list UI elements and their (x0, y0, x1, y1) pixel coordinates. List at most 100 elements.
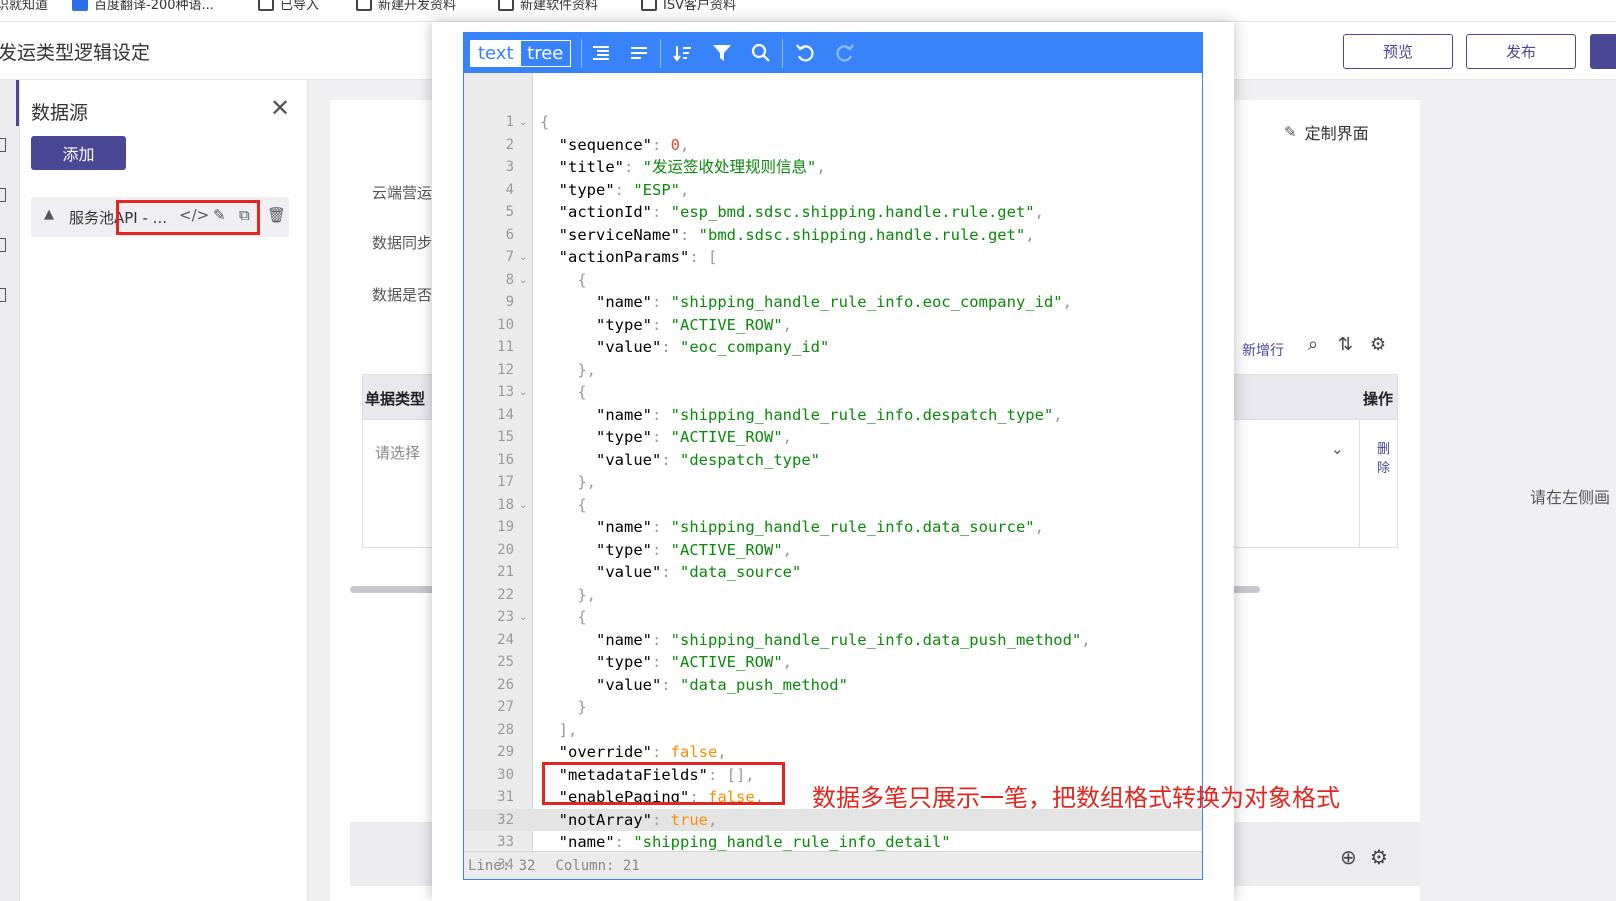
custom-ui-button[interactable]: ✎ 定制界面 (1284, 120, 1369, 144)
code-line: "type": "ACTIVE_ROW", (596, 315, 792, 334)
fold-toggle-icon[interactable]: ⌄ (519, 381, 529, 404)
line-number: 1 (505, 114, 514, 130)
bookmark-item[interactable]: 百度翻译-200种语... (72, 0, 214, 13)
gear-icon[interactable]: ⚙ (1370, 334, 1386, 355)
preview-button[interactable]: 预览 (1343, 34, 1453, 69)
annotation-text: 数据多笔只展示一笔，把数组格式转换为对象格式 (812, 784, 1340, 812)
mode-tree-button[interactable]: tree (521, 41, 571, 66)
toolbar-separator (581, 39, 582, 68)
line-number: 31 (497, 789, 514, 805)
bookmark-label: 新建软件资料 (520, 0, 599, 13)
bookmark-label: 已导入 (280, 0, 320, 13)
add-row-link[interactable]: 新增行 (1242, 340, 1284, 360)
publish-button[interactable]: 发布 (1466, 34, 1576, 69)
bookmark-item[interactable]: 新建软件资料 (498, 0, 598, 13)
page-title: 发运类型逻辑设定 (0, 42, 151, 64)
filter-icon[interactable] (707, 39, 737, 67)
column-divider (1359, 420, 1360, 548)
search-icon[interactable] (746, 39, 776, 67)
line-number: 24 (497, 631, 514, 648)
left-nav-strip (0, 80, 20, 901)
line-number: 16 (497, 451, 514, 468)
add-datasource-button[interactable]: 添加 (31, 136, 126, 170)
line-number: 26 (497, 676, 514, 693)
code-line: }, (577, 360, 596, 379)
delete-row-link[interactable]: 删除 (1377, 438, 1397, 476)
line-number: 15 (497, 429, 514, 445)
line-number: 8 (505, 271, 514, 288)
code-line: "type": "ESP", (558, 180, 690, 199)
sort-icon[interactable] (668, 39, 698, 67)
json-editor: text tree { "sequence": 0, "title": "发运签… (463, 32, 1203, 880)
line-number: 28 (497, 721, 514, 738)
bookmark-label: 新建开发资料 (378, 0, 457, 13)
code-line: ], (558, 720, 578, 739)
bookmark-item[interactable]: 已导入 (258, 0, 319, 13)
format-icon[interactable] (586, 39, 616, 67)
code-line: "type": "ACTIVE_ROW", (596, 653, 792, 671)
bookmark-item[interactable]: 新建开发资料 (356, 0, 456, 13)
bookmarks-bar: 识就知道 百度翻译-200种语... 已导入 新建开发资料 新建软件资料 ISV… (0, 0, 1616, 22)
line-number: 5 (505, 204, 514, 220)
nav-icon[interactable] (0, 188, 6, 202)
code-line: "name": "shipping_handle_rule_info.data_… (596, 518, 1044, 536)
caret-up-icon[interactable]: ▲ (44, 207, 54, 222)
line-number: 17 (497, 474, 514, 490)
code-line: "value": "eoc_company_id" (596, 338, 830, 356)
delete-icon[interactable]: 🗑 (267, 206, 286, 224)
close-icon[interactable]: ✕ (270, 94, 290, 122)
code-line: "sequence": 0, (558, 135, 690, 154)
code-line: "actionParams": [ (558, 248, 718, 266)
bookmark-item[interactable]: ISV客户资料 (641, 0, 736, 13)
line-number: 10 (497, 316, 514, 333)
nav-icon[interactable] (0, 138, 6, 152)
line-number: 34 (497, 856, 514, 873)
nav-icon[interactable] (0, 238, 6, 252)
chevron-down-icon[interactable]: ⌄ (1331, 440, 1344, 458)
line-number: 30 (497, 766, 514, 783)
field-label: 云端营运 (372, 184, 433, 202)
code-area[interactable]: { "sequence": 0, "title": "发运签收处理规则信息", … (534, 73, 1202, 874)
line-number: 4 (505, 181, 514, 198)
code-line: "title": "发运签收处理规则信息", (558, 158, 826, 176)
line-number: 2 (505, 136, 514, 153)
undo-icon[interactable] (790, 39, 820, 67)
code-line: } (577, 698, 587, 716)
code-line: "notArray": true, (558, 810, 718, 829)
nav-icon[interactable] (0, 288, 6, 302)
line-number: 7 (505, 249, 514, 265)
fold-toggle-icon[interactable]: ⌄ (519, 494, 529, 517)
right-hint-text: 请在左侧画 (1530, 488, 1611, 507)
line-number: 9 (505, 294, 514, 310)
select-placeholder[interactable]: 请选择 (375, 442, 420, 463)
nav-active-indicator (16, 80, 19, 126)
translate-icon (72, 0, 88, 11)
code-line: "name": "shipping_handle_rule_info.despa… (596, 405, 1063, 424)
redo-icon[interactable] (830, 39, 860, 67)
fold-toggle-icon[interactable]: ⌄ (519, 246, 529, 269)
code-line: { (577, 608, 587, 626)
folder-icon (641, 0, 657, 11)
code-line: { (577, 383, 587, 401)
add-circle-icon[interactable]: ⊕ (1340, 845, 1357, 869)
fold-toggle-icon[interactable]: ⌄ (519, 269, 529, 292)
line-number: 22 (497, 586, 514, 603)
custom-ui-label: 定制界面 (1304, 124, 1369, 143)
line-number: 29 (497, 744, 514, 760)
toolbar-separator (660, 39, 661, 68)
code-line: }, (577, 473, 596, 491)
mode-switch: text tree (470, 40, 571, 67)
search-icon[interactable]: ⌕ (1308, 334, 1318, 355)
code-line: "value": "despatch_type" (596, 450, 820, 469)
field-label: 数据同步 (372, 234, 433, 252)
bookmark-label: 百度翻译-200种语... (94, 0, 214, 13)
mode-text-button[interactable]: text (471, 41, 521, 66)
line-number: 23 (497, 609, 514, 625)
sort-icon[interactable]: ⇅ (1338, 334, 1353, 355)
compact-icon[interactable] (624, 39, 654, 67)
more-button[interactable] (1590, 34, 1616, 69)
gear-icon[interactable]: ⚙ (1370, 845, 1388, 869)
fold-toggle-icon[interactable]: ⌄ (519, 111, 529, 134)
fold-toggle-icon[interactable]: ⌄ (519, 606, 529, 629)
bookmark-item[interactable]: 识就知道 (0, 0, 48, 13)
